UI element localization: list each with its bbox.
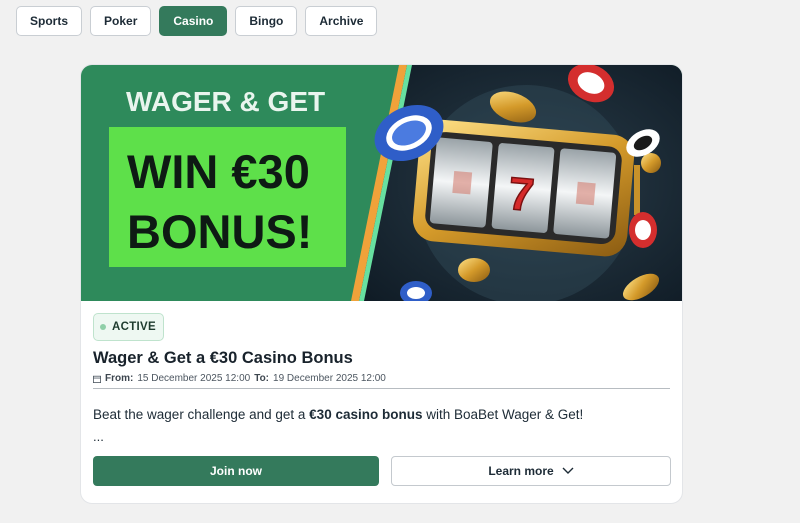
status-dot-icon [100, 324, 106, 330]
tab-poker[interactable]: Poker [90, 6, 152, 36]
description-text: Beat the wager challenge and get a [93, 407, 310, 422]
description-ellipsis: ... [93, 429, 104, 444]
banner-headline: WAGER & GET [126, 86, 325, 117]
promo-card: WAGER & GET WIN €30 BONUS! 7 ACTIVE Wage… [80, 64, 683, 504]
promo-description: Beat the wager challenge and get a €30 c… [93, 407, 583, 422]
banner-big-line1: WIN €30 [127, 145, 310, 198]
status-badge: ACTIVE [93, 313, 164, 341]
slot-machine-icon: 7 [412, 119, 661, 257]
tab-sports[interactable]: Sports [16, 6, 83, 36]
chevron-down-icon [562, 467, 574, 474]
to-value: 19 December 2025 12:00 [273, 373, 386, 384]
from-value: 15 December 2025 12:00 [137, 373, 251, 384]
category-tabs: Sports Poker Casino Bingo Archive [16, 6, 378, 36]
tab-bingo[interactable]: Bingo [235, 6, 298, 36]
tab-archive[interactable]: Archive [305, 6, 378, 36]
description-text-end: with BoaBet Wager & Get! [422, 407, 584, 422]
from-label: From: [105, 373, 134, 384]
tab-casino[interactable]: Casino [159, 6, 228, 36]
status-label: ACTIVE [112, 321, 156, 333]
poker-chip-icon [629, 212, 657, 248]
description-bold: €30 casino bonus [309, 407, 423, 422]
learn-more-button[interactable]: Learn more [391, 456, 671, 486]
banner-big-line2: BONUS! [127, 205, 312, 258]
gold-coin-icon [458, 258, 490, 282]
join-now-button[interactable]: Join now [93, 456, 379, 486]
to-label: To: [254, 373, 270, 384]
reel-seven: 7 [506, 167, 536, 221]
calendar-icon [93, 375, 101, 383]
learn-more-label: Learn more [488, 464, 554, 478]
promo-title: Wager & Get a €30 Casino Bonus [93, 349, 353, 367]
promo-dates: From: 15 December 2025 12:00 To: 19 Dece… [93, 373, 670, 389]
promo-banner: WAGER & GET WIN €30 BONUS! 7 [81, 65, 682, 301]
